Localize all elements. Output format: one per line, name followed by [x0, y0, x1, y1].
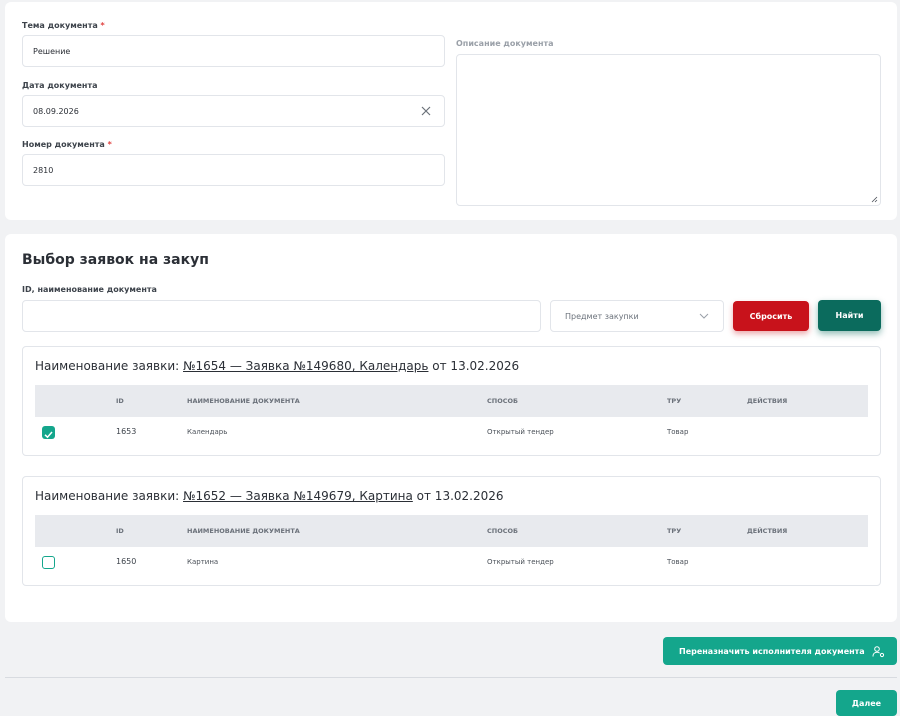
- row-tru: Товар: [667, 558, 689, 566]
- reset-button-label: Сбросить: [749, 311, 793, 321]
- column-header-tru: ТРУ: [667, 397, 682, 405]
- column-header-actions: ДЕЙСТВИЯ: [747, 397, 788, 405]
- document-form-card: Тема документа * Решение Дата документа …: [5, 2, 897, 220]
- row-id: 1653: [116, 427, 137, 436]
- search-label: ID, наименование документа: [22, 285, 157, 294]
- row-checkbox[interactable]: [42, 426, 55, 439]
- user-settings-icon: [872, 645, 884, 657]
- request-link[interactable]: №1654 — Заявка №149680, Календарь: [183, 359, 428, 373]
- column-header-method: СПОСОБ: [487, 397, 518, 405]
- table-header: ID НАИМЕНОВАНИЕ ДОКУМЕНТА СПОСОБ ТРУ ДЕЙ…: [35, 385, 868, 417]
- topic-label-text: Тема документа: [22, 21, 98, 30]
- number-input-value: 2810: [33, 165, 54, 175]
- request-date: от 13.02.2026: [416, 489, 504, 503]
- subject-select[interactable]: Предмет закупки: [550, 300, 724, 332]
- topic-input[interactable]: Решение: [22, 35, 445, 67]
- row-name: Картина: [187, 558, 219, 566]
- row-id: 1650: [116, 557, 137, 566]
- description-label-text: Описание документа: [456, 39, 554, 48]
- checkmark-icon: [44, 431, 53, 439]
- request-title-prefix: Наименование заявки:: [35, 359, 180, 373]
- request-title: Наименование заявки: №1652 — Заявка №149…: [35, 489, 504, 503]
- subject-select-placeholder: Предмет закупки: [565, 311, 639, 321]
- request-selection-card: Выбор заявок на закуп ID, наименование д…: [5, 234, 897, 622]
- next-button[interactable]: Далее: [836, 690, 897, 716]
- chevron-down-icon: [699, 313, 709, 319]
- number-input[interactable]: 2810: [22, 154, 445, 186]
- reset-button[interactable]: Сбросить: [733, 301, 809, 331]
- request-title-prefix: Наименование заявки:: [35, 489, 180, 503]
- description-textarea[interactable]: [456, 54, 881, 206]
- number-label: Номер документа *: [22, 140, 112, 149]
- required-mark: *: [100, 21, 105, 30]
- number-label-text: Номер документа: [22, 140, 105, 149]
- find-button-label: Найти: [835, 311, 864, 320]
- column-header-tru: ТРУ: [667, 527, 682, 535]
- request-title: Наименование заявки: №1654 — Заявка №149…: [35, 359, 519, 373]
- close-icon[interactable]: [420, 105, 432, 117]
- required-mark: *: [107, 140, 112, 149]
- row-checkbox[interactable]: [42, 556, 55, 569]
- row-name: Календарь: [187, 428, 228, 436]
- reassign-button-label: Переназначить исполнителя документа: [679, 646, 865, 656]
- search-input[interactable]: [22, 300, 541, 332]
- description-label: Описание документа: [456, 39, 554, 48]
- row-method: Открытый тендер: [487, 558, 554, 566]
- row-tru: Товар: [667, 428, 689, 436]
- request-link[interactable]: №1652 — Заявка №149679, Картина: [183, 489, 413, 503]
- request-card: Наименование заявки: №1652 — Заявка №149…: [22, 476, 881, 586]
- request-card: Наименование заявки: №1654 — Заявка №149…: [22, 346, 881, 456]
- reassign-executor-button[interactable]: Переназначить исполнителя документа: [663, 637, 897, 665]
- column-header-id: ID: [116, 397, 124, 405]
- section-title: Выбор заявок на закуп: [22, 252, 209, 268]
- date-label: Дата документа: [22, 81, 97, 90]
- resize-handle-icon[interactable]: [871, 196, 878, 203]
- date-label-text: Дата документа: [22, 81, 98, 90]
- find-button[interactable]: Найти: [818, 300, 881, 331]
- column-header-name: НАИМЕНОВАНИЕ ДОКУМЕНТА: [187, 527, 300, 535]
- date-input-value: 08.09.2026: [33, 106, 79, 116]
- column-header-actions: ДЕЙСТВИЯ: [747, 527, 788, 535]
- topic-input-value: Решение: [33, 46, 71, 56]
- request-date: от 13.02.2026: [432, 359, 520, 373]
- column-header-method: СПОСОБ: [487, 527, 518, 535]
- next-button-label: Далее: [851, 698, 882, 708]
- row-method: Открытый тендер: [487, 428, 554, 436]
- column-header-id: ID: [116, 527, 124, 535]
- column-header-name: НАИМЕНОВАНИЕ ДОКУМЕНТА: [187, 397, 300, 405]
- date-input[interactable]: 08.09.2026: [22, 95, 445, 127]
- table-header: ID НАИМЕНОВАНИЕ ДОКУМЕНТА СПОСОБ ТРУ ДЕЙ…: [35, 515, 868, 547]
- topic-label: Тема документа *: [22, 21, 105, 30]
- footer-divider: [5, 677, 897, 678]
- search-label-text: ID, наименование документа: [22, 285, 157, 294]
